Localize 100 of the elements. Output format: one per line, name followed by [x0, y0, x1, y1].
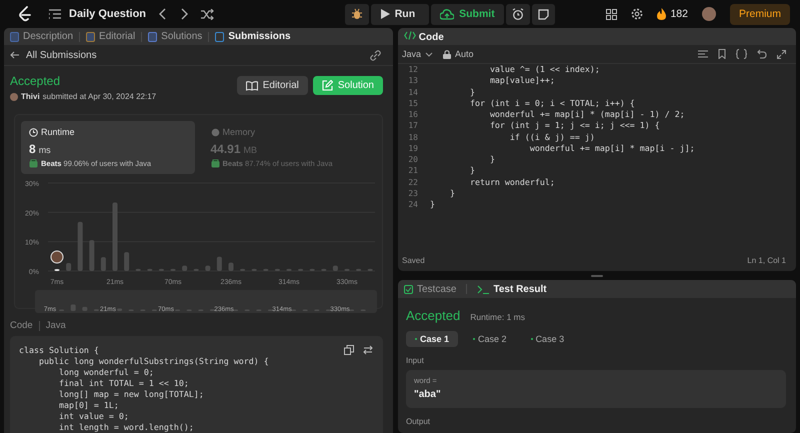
- case-tab[interactable]: Case 2: [464, 331, 516, 347]
- link-icon[interactable]: [370, 50, 381, 60]
- code-line: public long wonderfulSubstrings(String word) {: [38, 356, 269, 367]
- navigator-bar: [82, 306, 88, 311]
- code-language: Java: [46, 320, 66, 331]
- panel-tab[interactable]: Test Result: [477, 284, 547, 294]
- tab-icon: [86, 32, 96, 42]
- metric-title: Runtime: [41, 127, 75, 137]
- back-arrow-icon: [10, 51, 19, 59]
- code-line: map[0] = 1L;: [58, 400, 119, 411]
- layout-icon[interactable]: [606, 8, 618, 20]
- panel-title: Code: [404, 30, 444, 42]
- back-link[interactable]: All Submissions: [10, 50, 97, 60]
- line-number: 14: [407, 88, 418, 97]
- input-label: Input: [406, 356, 425, 365]
- line-number: 18: [407, 132, 418, 142]
- parameter-value: "aba": [414, 389, 442, 400]
- output-label: Output: [406, 417, 432, 426]
- line-number: 17: [407, 121, 418, 130]
- undo-icon[interactable]: [757, 49, 767, 59]
- play-icon: [380, 9, 390, 19]
- metric-unit: ms: [38, 145, 51, 155]
- metric-value: 44.91: [210, 142, 241, 156]
- settings-icon[interactable]: [631, 8, 644, 20]
- line-number: 15: [407, 98, 418, 108]
- code-icon: [404, 30, 416, 40]
- result-runtime: Runtime: 1 ms: [470, 312, 525, 322]
- next-icon[interactable]: [180, 8, 188, 20]
- bug-icon: [350, 8, 363, 20]
- editorial-button[interactable]: Editorial: [236, 76, 308, 95]
- previous-icon[interactable]: [159, 8, 168, 20]
- bookmark-icon[interactable]: [718, 49, 726, 59]
- avatar[interactable]: [702, 7, 716, 21]
- braces-icon[interactable]: [736, 49, 747, 59]
- lock-icon: [443, 50, 452, 58]
- beats-icon: [29, 159, 38, 168]
- book-icon: [246, 80, 258, 90]
- line-number: 13: [407, 76, 418, 86]
- checkbox-icon: [404, 284, 413, 294]
- flame-icon[interactable]: [657, 8, 666, 20]
- terminal-icon: [477, 284, 490, 294]
- copy-icon[interactable]: [344, 345, 354, 355]
- result-status: Accepted: [406, 308, 460, 323]
- submit-button[interactable]: Submit: [431, 4, 504, 24]
- language-dropdown[interactable]: Java: [402, 49, 434, 59]
- tab-icon: [10, 32, 19, 42]
- clock-icon: [29, 128, 38, 136]
- code-line: if ((i & j) == j): [508, 132, 595, 143]
- cloud-upload-icon: [440, 8, 454, 20]
- code-line: }: [488, 154, 495, 166]
- problem-list-button[interactable]: Daily Question: [49, 8, 146, 20]
- code-line: int length = word.length();: [58, 422, 194, 433]
- case-tab[interactable]: Case 1: [406, 331, 458, 347]
- code-line: int value = 0;: [58, 411, 129, 422]
- timer-button[interactable]: [506, 4, 530, 24]
- debug-button[interactable]: [344, 4, 369, 24]
- line-number: 19: [407, 144, 418, 153]
- code-line: long[] map = new long[TOTAL];: [58, 389, 204, 400]
- code-line: for (int j = 1; j <= i; j <<= 1) {: [488, 120, 660, 132]
- swap-icon[interactable]: [363, 345, 373, 355]
- code-line: }: [468, 86, 475, 98]
- submission-status: Accepted: [10, 74, 62, 88]
- format-icon[interactable]: [698, 50, 708, 58]
- user-avatar: [10, 92, 18, 100]
- code-line: wonderful += map[i] * (map[i] - 1) / 2;: [488, 109, 685, 120]
- line-number: 22: [407, 178, 418, 187]
- panel-tab[interactable]: Solutions: [148, 31, 202, 42]
- metric-value: 8: [29, 142, 36, 156]
- streak-count: 182: [670, 8, 688, 20]
- resize-handle[interactable]: [591, 274, 603, 276]
- line-number: 21: [407, 166, 418, 176]
- notes-button[interactable]: [532, 4, 555, 24]
- panel-tab[interactable]: Testcase: [404, 284, 456, 294]
- code-line: final int TOTAL = 1 << 10;: [58, 378, 189, 389]
- submission-time: submitted at Apr 30, 2024 22:17: [42, 92, 156, 101]
- run-button[interactable]: Run: [370, 4, 430, 24]
- code-line: return wonderful;: [468, 176, 555, 188]
- code-line: long wonderful = 0;: [58, 367, 154, 378]
- navigator-bar: [70, 304, 76, 311]
- beats-icon: [210, 159, 220, 168]
- tab-icon: [215, 32, 224, 42]
- note-icon: [538, 8, 549, 20]
- line-number: 12: [407, 65, 418, 74]
- code-line: }: [468, 165, 475, 176]
- panel-tab[interactable]: Editorial: [86, 31, 136, 42]
- metric-title: Memory: [222, 127, 256, 137]
- shuffle-icon[interactable]: [201, 8, 214, 20]
- panel-tab[interactable]: Submissions: [215, 31, 291, 42]
- auto-mode-toggle[interactable]: Auto: [443, 49, 474, 59]
- expand-icon[interactable]: [777, 50, 786, 58]
- metric-unit: MB: [244, 145, 258, 155]
- user-name[interactable]: Thivi: [21, 92, 40, 101]
- tab-icon: [148, 32, 158, 42]
- premium-button[interactable]: Premium: [730, 4, 790, 24]
- code-line: }: [448, 188, 455, 199]
- logo-icon[interactable]: [18, 6, 32, 22]
- code-line: class Solution {: [19, 345, 99, 356]
- panel-tab[interactable]: Description: [10, 31, 74, 42]
- case-tab[interactable]: Case 3: [522, 331, 574, 347]
- code-line: map[value]++;: [488, 75, 555, 86]
